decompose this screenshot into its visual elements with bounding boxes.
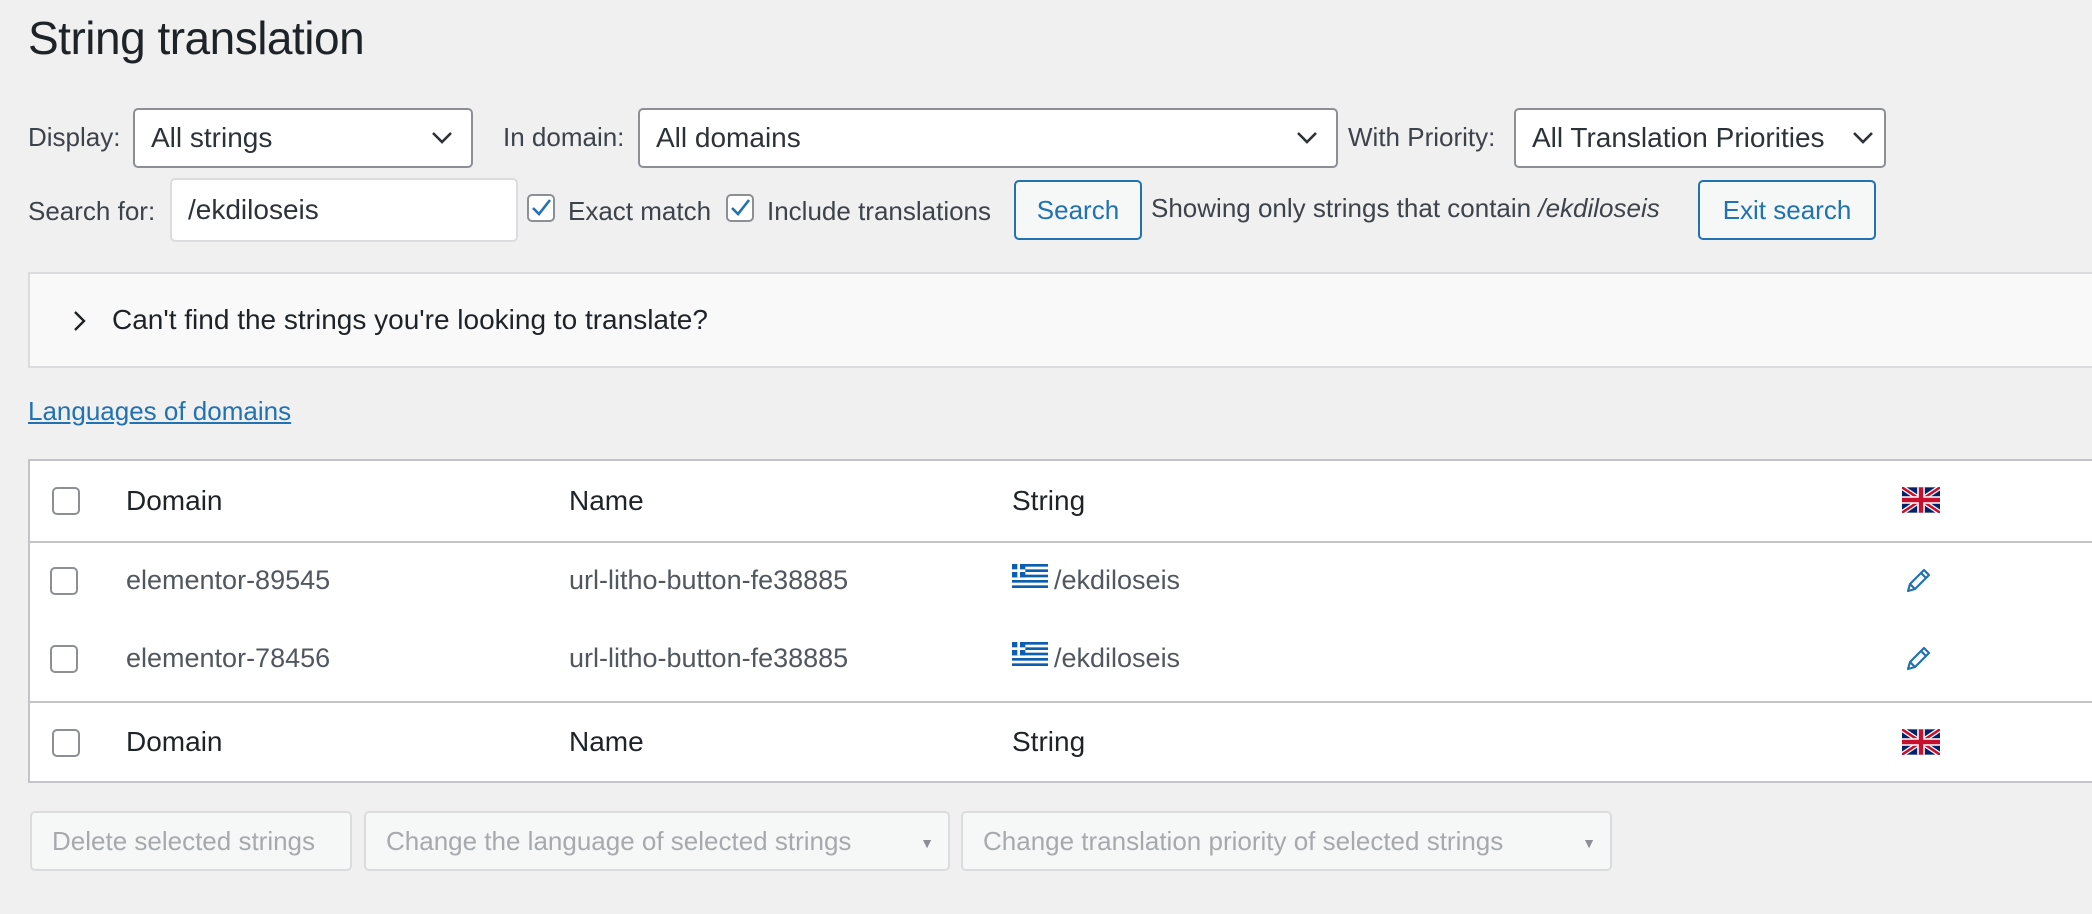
table-row: elementor-78456 url-litho-button-fe38885… <box>30 621 2092 699</box>
row-checkbox[interactable] <box>50 567 78 595</box>
include-translations-checkbox[interactable] <box>726 194 754 222</box>
delete-selected-label: Delete selected strings <box>52 825 316 856</box>
domain-select[interactable]: All domains <box>638 108 1338 168</box>
search-status-prefix: Showing only strings that contain <box>1151 193 1532 223</box>
search-button[interactable]: Search <box>1014 180 1142 240</box>
search-status-term: /ekdiloseis <box>1538 193 1660 223</box>
greek-flag-icon <box>1012 642 1048 666</box>
select-all-checkbox[interactable] <box>52 729 80 757</box>
display-label: Display: <box>28 122 121 152</box>
dropdown-arrow-icon: ▼ <box>1582 835 1596 851</box>
checkmark-icon <box>731 199 751 216</box>
change-priority-label: Change translation priority of selected … <box>983 825 1504 856</box>
languages-of-domains-link[interactable]: Languages of domains <box>28 396 291 427</box>
row-domain: elementor-89545 <box>126 565 331 595</box>
row-string: /ekdiloseis <box>1054 565 1181 595</box>
help-accordion[interactable]: Can't find the strings you're looking to… <box>28 272 2092 368</box>
change-language-label: Change the language of selected strings <box>386 825 852 856</box>
table-row: elementor-89545 url-litho-button-fe38885… <box>30 543 2092 621</box>
priority-select-value: All Translation Priorities <box>1532 122 1825 153</box>
greek-flag-icon <box>1012 564 1048 588</box>
chevron-right-icon <box>74 311 86 331</box>
table-header-row: Domain Name String <box>30 461 2092 541</box>
column-footer-name[interactable]: Name <box>569 725 644 759</box>
search-status-text: Showing only strings that contain /ekdil… <box>1151 191 1660 225</box>
search-input-value: /ekdiloseis <box>188 194 319 225</box>
dropdown-arrow-icon: ▼ <box>920 835 934 851</box>
checkmark-icon <box>532 199 552 216</box>
row-name: url-litho-button-fe38885 <box>569 565 849 595</box>
chevron-down-icon <box>1297 132 1317 144</box>
row-name: url-litho-button-fe38885 <box>569 643 849 673</box>
column-footer-string[interactable]: String <box>1012 725 1085 759</box>
row-string: /ekdiloseis <box>1054 643 1181 673</box>
exit-search-button[interactable]: Exit search <box>1698 180 1876 240</box>
search-label: Search for: <box>28 196 156 226</box>
display-select-value: All strings <box>151 122 273 153</box>
column-footer-domain[interactable]: Domain <box>126 725 222 759</box>
row-checkbox[interactable] <box>50 645 78 673</box>
help-accordion-text: Can't find the strings you're looking to… <box>112 304 708 335</box>
uk-flag-icon <box>1902 729 1940 755</box>
page-title: String translation <box>28 12 365 64</box>
chevron-down-icon <box>432 132 452 144</box>
exact-match-label: Exact match <box>568 196 712 226</box>
row-domain: elementor-78456 <box>126 643 331 673</box>
pencil-edit-icon[interactable] <box>1904 565 1934 595</box>
priority-select[interactable]: All Translation Priorities <box>1514 108 1886 168</box>
uk-flag-icon <box>1902 487 1940 513</box>
domain-select-value: All domains <box>656 122 801 153</box>
search-input[interactable]: /ekdiloseis <box>170 178 518 242</box>
column-header-name[interactable]: Name <box>569 484 644 518</box>
change-language-select[interactable]: Change the language of selected strings … <box>364 811 950 871</box>
pencil-edit-icon[interactable] <box>1904 643 1934 673</box>
priority-label: With Priority: <box>1348 122 1496 152</box>
delete-selected-button[interactable]: Delete selected strings <box>30 811 352 871</box>
select-all-checkbox[interactable] <box>52 487 80 515</box>
table-footer-row: Domain Name String <box>30 703 2092 783</box>
exact-match-checkbox[interactable] <box>527 194 555 222</box>
column-header-domain[interactable]: Domain <box>126 484 222 518</box>
domain-label: In domain: <box>503 122 625 152</box>
strings-table: Domain Name String elementor-89545 url-l… <box>28 459 2092 783</box>
string-translation-page: String translation Display: All strings … <box>0 0 2092 914</box>
include-translations-label: Include translations <box>767 196 992 226</box>
chevron-down-icon <box>1853 132 1873 144</box>
change-priority-select[interactable]: Change translation priority of selected … <box>961 811 1612 871</box>
column-header-string[interactable]: String <box>1012 484 1085 518</box>
display-select[interactable]: All strings <box>133 108 473 168</box>
